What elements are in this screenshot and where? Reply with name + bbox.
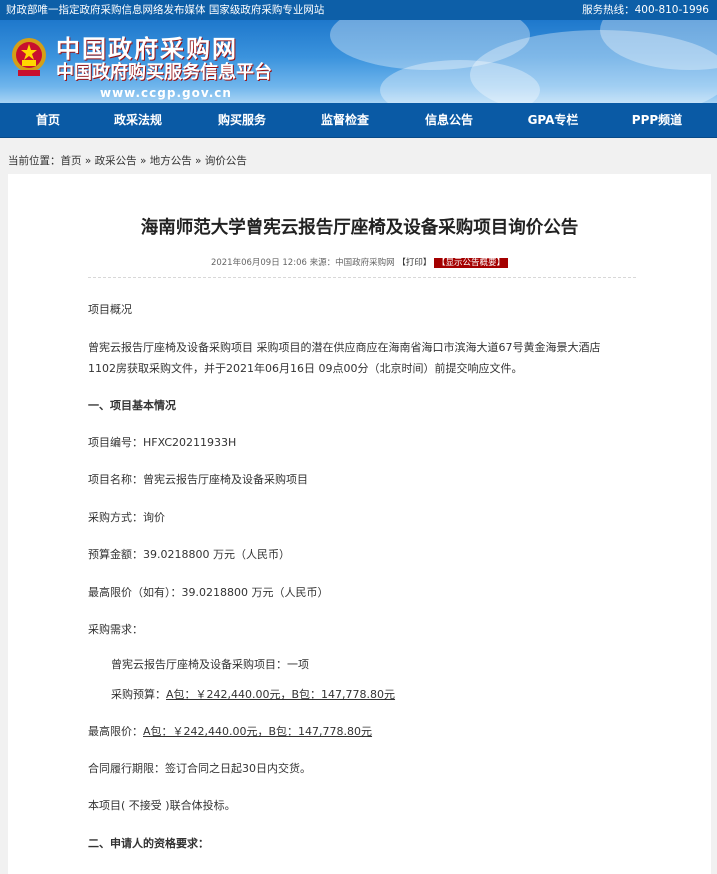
- consortium-note: 本项目( 不接受 )联合体投标。: [88, 799, 236, 812]
- breadcrumb-procurement-notices[interactable]: 政采公告: [95, 155, 137, 167]
- breadcrumb-prefix: 当前位置：: [8, 155, 61, 167]
- print-link[interactable]: 【打印】: [397, 258, 431, 268]
- title-divider: [88, 277, 636, 278]
- article-meta: 2021年06月09日 12:06 来源：中国政府采购网 【打印】 【显示公告概…: [8, 256, 711, 268]
- breadcrumb-separator: »: [191, 155, 205, 167]
- top-info-bar: 财政部唯一指定政府采购信息网络发布媒体 国家级政府采购专业网站 服务热线：400…: [0, 0, 717, 20]
- overview-heading: 项目概况: [88, 303, 132, 316]
- national-emblem-icon: [12, 38, 46, 76]
- breadcrumb-separator: »: [81, 155, 95, 167]
- price-limit-value: A包：￥242,440.00元，B包：147,778.80元: [143, 725, 373, 738]
- article-title: 海南师范大学曾宪云报告厅座椅及设备采购项目询价公告: [140, 218, 579, 238]
- budget-amount: 预算金额：39.0218800 万元（人民币）: [88, 548, 290, 561]
- site-name[interactable]: 中国政府采购网: [56, 36, 238, 62]
- price-limit: 最高限价：A包：￥242,440.00元，B包：147,778.80元: [88, 722, 628, 742]
- demand-item: 曾宪云报告厅座椅及设备采购项目：一项: [111, 658, 309, 671]
- project-name: 项目名称：曾宪云报告厅座椅及设备采购项目: [88, 473, 308, 486]
- main-nav: 首页 政采法规 购买服务 监督检查 信息公告 GPA专栏 PPP频道: [0, 103, 717, 138]
- project-number: 项目编号：HFXC20211933H: [88, 436, 237, 449]
- breadcrumb-local-notices[interactable]: 地方公告: [150, 155, 192, 167]
- overview-text: 曾宪云报告厅座椅及设备采购项目 采购项目的潜在供应商应在海南省海口市滨海大道67…: [88, 341, 601, 375]
- demand-budget-prefix: 采购预算：: [111, 688, 166, 701]
- procurement-method: 采购方式：询价: [88, 511, 165, 524]
- show-summary-button[interactable]: 【显示公告概要】: [434, 258, 509, 268]
- breadcrumb-home[interactable]: 首页: [61, 155, 82, 167]
- nav-item-supervision[interactable]: 监督检查: [300, 103, 390, 137]
- section2-heading: 二、申请人的资格要求：: [88, 837, 209, 850]
- breadcrumb-inquiry-notices[interactable]: 询价公告: [205, 155, 247, 167]
- nav-item-home[interactable]: 首页: [3, 103, 93, 137]
- demand-label: 采购需求：: [88, 623, 143, 636]
- max-price: 最高限价（如有）：39.0218800 万元（人民币）: [88, 586, 329, 599]
- price-limit-prefix: 最高限价：: [88, 725, 143, 738]
- demand-budget-value: A包：￥242,440.00元，B包：147,778.80元: [166, 688, 396, 701]
- site-url: www.ccgp.gov.cn: [100, 86, 232, 100]
- site-banner: 中国政府采购网 中国政府购买服务信息平台 www.ccgp.gov.cn: [0, 20, 717, 103]
- nav-item-gpa[interactable]: GPA专栏: [508, 103, 598, 137]
- site-subtitle: 中国政府购买服务信息平台: [56, 62, 272, 83]
- nav-item-purchase-services[interactable]: 购买服务: [197, 103, 287, 137]
- breadcrumb: 当前位置：首页 » 政采公告 » 地方公告 » 询价公告: [8, 153, 247, 168]
- service-hotline: 服务热线：400-810-1996: [582, 4, 709, 16]
- breadcrumb-separator: »: [136, 155, 150, 167]
- article-date: 2021年06月09日 12:06: [210, 258, 307, 268]
- site-slogan: 财政部唯一指定政府采购信息网络发布媒体 国家级政府采购专业网站: [6, 4, 325, 16]
- demand-budget: 采购预算：A包：￥242,440.00元，B包：147,778.80元: [111, 685, 651, 705]
- nav-item-ppp[interactable]: PPP频道: [612, 103, 702, 137]
- article-card: 海南师范大学曾宪云报告厅座椅及设备采购项目询价公告 2021年06月09日 12…: [8, 174, 711, 874]
- nav-item-regulations[interactable]: 政采法规: [93, 103, 183, 137]
- article-source: 来源：中国政府采购网: [309, 258, 395, 268]
- contract-period: 合同履行期限：签订合同之日起30日内交货。: [88, 762, 311, 775]
- section1-heading: 一、项目基本情况: [88, 399, 176, 412]
- nav-item-announcements[interactable]: 信息公告: [404, 103, 494, 137]
